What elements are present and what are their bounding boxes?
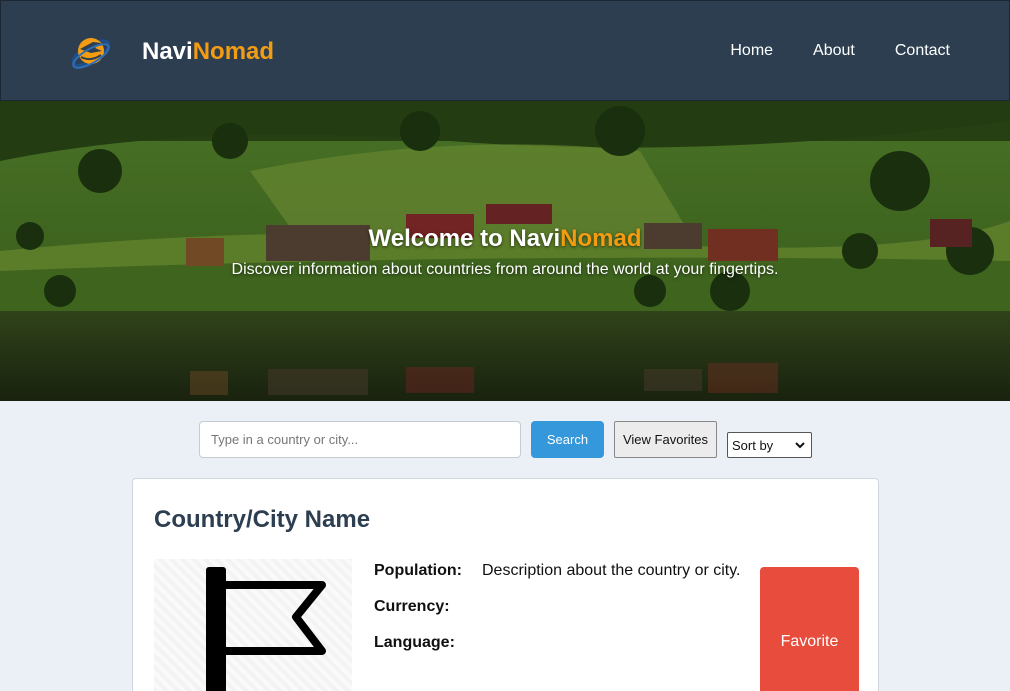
- nav-home-link[interactable]: Home: [730, 42, 773, 60]
- hero-title: Welcome to NaviNomad: [0, 225, 1010, 253]
- brand-name-part2: Nomad: [192, 38, 275, 65]
- hero-title-part2: Nomad: [560, 225, 642, 252]
- currency-label: Currency:: [374, 598, 450, 615]
- search-input[interactable]: [199, 421, 521, 458]
- flag-icon: [206, 567, 326, 691]
- language-label: Language:: [374, 634, 455, 651]
- sort-select-value: Sort by: [732, 437, 774, 453]
- main-nav: Home About Contact: [690, 42, 950, 60]
- view-favorites-button[interactable]: View Favorites: [614, 421, 717, 458]
- population-label: Population:: [374, 562, 462, 579]
- chevron-down-icon: [795, 442, 805, 449]
- hero-subtitle: Discover information about countries fro…: [231, 261, 779, 278]
- nav-about-link[interactable]: About: [813, 42, 855, 60]
- hero-title-part1: Welcome to Navi: [368, 225, 561, 252]
- brand-name[interactable]: NaviNomad: [142, 38, 274, 66]
- nav-contact-link[interactable]: Contact: [895, 42, 950, 60]
- country-card: Country/City Name Population: Currency: …: [132, 478, 879, 691]
- card-title: Country/City Name: [154, 506, 371, 533]
- country-image: [154, 559, 352, 691]
- logo-icon[interactable]: [67, 29, 115, 75]
- hero-banner: Welcome to NaviNomad Discover informatio…: [0, 101, 1010, 401]
- site-header: NaviNomad Home About Contact: [0, 0, 1010, 101]
- search-button[interactable]: Search: [531, 421, 604, 458]
- brand-name-part1: Navi: [142, 38, 193, 65]
- country-description: Description about the country or city.: [482, 562, 741, 579]
- sort-select[interactable]: Sort by: [727, 432, 812, 458]
- favorite-button[interactable]: Favorite: [760, 567, 859, 691]
